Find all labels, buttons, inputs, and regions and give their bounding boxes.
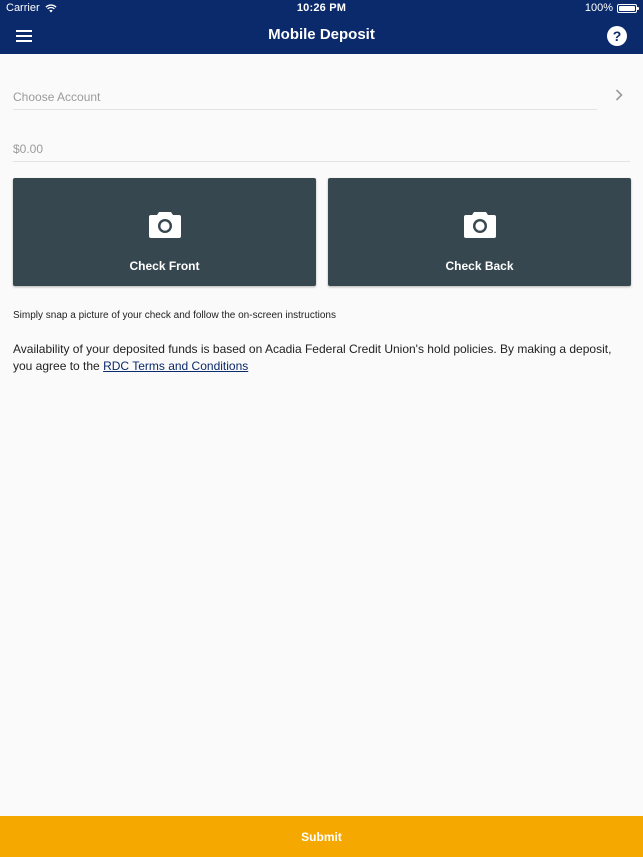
status-time: 10:26 PM: [296, 2, 347, 14]
status-bar: Carrier 10:26 PM 100%: [0, 0, 643, 18]
check-front-button[interactable]: Check Front: [13, 178, 316, 286]
check-back-button[interactable]: Check Back: [328, 178, 631, 286]
nav-bar: Mobile Deposit ?: [0, 18, 643, 54]
help-icon: ?: [612, 28, 622, 44]
camera-icon: [148, 212, 181, 238]
check-front-label: Check Front: [129, 259, 200, 273]
rdc-terms-link[interactable]: RDC Terms and Conditions: [103, 359, 248, 373]
instructions-text: Simply snap a picture of your check and …: [13, 310, 336, 321]
battery-icon: [617, 3, 639, 13]
account-underline: [13, 109, 597, 110]
status-right: 100%: [584, 2, 639, 14]
camera-icon: [463, 212, 496, 238]
submit-button[interactable]: Submit: [0, 816, 643, 857]
choose-account-placeholder: Choose Account: [13, 90, 101, 104]
chevron-right-icon: [615, 89, 623, 101]
amount-input[interactable]: [13, 136, 630, 162]
choose-account-select[interactable]: Choose Account: [13, 83, 630, 110]
battery-fill: [619, 5, 635, 11]
battery-percent: 100%: [584, 2, 613, 14]
help-button[interactable]: ?: [607, 26, 627, 46]
page-title: Mobile Deposit: [268, 26, 375, 43]
disclaimer: Availability of your deposited funds is …: [13, 341, 630, 375]
menu-button[interactable]: [14, 26, 36, 46]
hamburger-icon: [16, 30, 32, 42]
check-back-label: Check Back: [445, 259, 514, 273]
